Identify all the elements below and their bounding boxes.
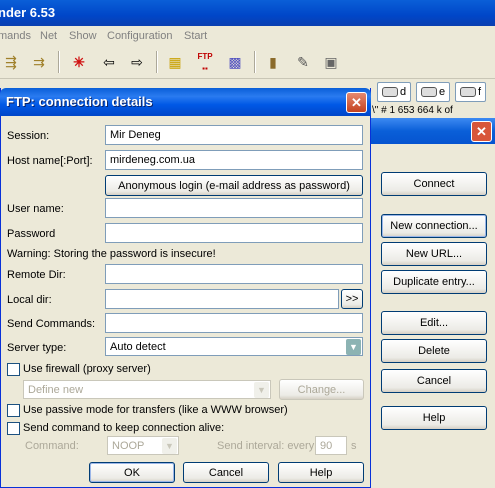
- drive-label: e: [439, 86, 446, 98]
- change-firewall-button[interactable]: Change...: [279, 379, 364, 400]
- send-commands-input[interactable]: [105, 313, 363, 333]
- main-window-title: nder 6.53: [0, 5, 56, 20]
- delete-button[interactable]: Delete: [381, 339, 487, 363]
- cancel-button[interactable]: Cancel: [183, 462, 269, 483]
- send-interval-input[interactable]: 90: [315, 436, 347, 455]
- chevron-down-icon[interactable]: ▼: [254, 382, 269, 398]
- server-type-label: Server type:: [7, 342, 67, 354]
- dialog-title: FTP: connection details: [6, 94, 153, 109]
- star-icon[interactable]: ✳: [68, 51, 90, 73]
- dialog-titlebar: FTP: connection details ✕: [0, 88, 371, 116]
- send-interval-label: Send interval: every: [217, 440, 315, 452]
- connect-dialog-titlebar: ✕: [369, 118, 495, 144]
- use-firewall-checkbox[interactable]: [7, 363, 20, 376]
- keep-alive-checkbox[interactable]: [7, 422, 20, 435]
- drive-icon: [460, 87, 476, 98]
- drive-label: d: [400, 86, 407, 98]
- pack-icon[interactable]: ⇶: [0, 51, 22, 73]
- new-connection-button[interactable]: New connection...: [381, 214, 487, 238]
- passive-mode-label: Use passive mode for transfers (like a W…: [23, 404, 288, 416]
- remote-dir-label: Remote Dir:: [7, 269, 66, 281]
- connect-button[interactable]: Connect: [381, 172, 487, 196]
- back-icon[interactable]: ⇦: [98, 51, 120, 73]
- help-button[interactable]: Help: [278, 462, 364, 483]
- chevron-down-icon[interactable]: ▼: [346, 339, 361, 355]
- local-dir-input[interactable]: [105, 289, 339, 309]
- ftp-icon-label: FTP: [197, 52, 213, 61]
- chevron-down-icon[interactable]: ▼: [162, 438, 177, 454]
- drive-d-button[interactable]: d: [377, 82, 412, 102]
- cancel-button[interactable]: Cancel: [381, 369, 487, 393]
- ftp-connection-details-dialog: FTP: connection details ✕ Session: Mir D…: [0, 88, 371, 488]
- passive-mode-checkbox[interactable]: [7, 404, 20, 417]
- server-type-select[interactable]: Auto detect ▼: [105, 337, 363, 356]
- new-url-button[interactable]: New URL...: [381, 242, 487, 266]
- command-select[interactable]: NOOP ▼: [107, 436, 179, 455]
- main-menu-bar: mands Net Show Configuration Start: [0, 26, 495, 46]
- local-dir-label: Local dir:: [7, 294, 52, 306]
- menu-configuration[interactable]: Configuration: [107, 26, 172, 46]
- drive-icon: [382, 87, 398, 98]
- edit-button[interactable]: Edit...: [381, 311, 487, 335]
- image-icon[interactable]: ▣: [320, 51, 342, 73]
- host-label: Host name[:Port]:: [7, 155, 93, 167]
- command-select-value: NOOP: [112, 440, 145, 452]
- duplicate-entry-button[interactable]: Duplicate entry...: [381, 270, 487, 294]
- command-label: Command:: [25, 440, 79, 452]
- toolbar-separator: [156, 51, 157, 73]
- drive-f-button[interactable]: f: [455, 82, 487, 102]
- browse-local-dir-button[interactable]: >>: [341, 289, 363, 309]
- server-type-value: Auto detect: [110, 341, 166, 353]
- main-toolbar: ⇶ ⇉ ✳ ⇦ ⇨ ▦ FTP ▪▪ ▩ ▮ ✎ ▣: [0, 46, 495, 79]
- firewall-select[interactable]: Define new ▼: [23, 380, 271, 399]
- user-name-label: User name:: [7, 203, 64, 215]
- close-icon[interactable]: ✕: [471, 121, 492, 142]
- user-name-input[interactable]: [105, 198, 363, 218]
- drive-status-text: \" # 1 653 664 k of: [372, 105, 453, 116]
- unpack-icon[interactable]: ⇉: [28, 51, 50, 73]
- session-label: Session:: [7, 130, 50, 142]
- connect-dialog: ✕ Connect New connection... New URL... D…: [368, 118, 495, 448]
- toolbar-separator: [58, 51, 59, 73]
- menu-start[interactable]: Start: [184, 26, 207, 46]
- help-button[interactable]: Help: [381, 406, 487, 430]
- send-commands-label: Send Commands:: [7, 318, 96, 330]
- edit-icon[interactable]: ✎: [292, 51, 314, 73]
- forward-icon[interactable]: ⇨: [126, 51, 148, 73]
- ftp-new-icon[interactable]: ▩: [224, 51, 246, 73]
- notes-icon[interactable]: ▮: [262, 51, 284, 73]
- host-input[interactable]: mirdeneg.com.ua: [105, 150, 363, 170]
- anonymous-login-button[interactable]: Anonymous login (e-mail address as passw…: [105, 175, 363, 196]
- menu-show[interactable]: Show: [69, 26, 97, 46]
- drive-label: f: [478, 86, 482, 98]
- drive-e-button[interactable]: e: [416, 82, 451, 102]
- session-input[interactable]: Mir Deneg: [105, 125, 363, 145]
- password-label: Password: [7, 228, 56, 240]
- menu-net[interactable]: Net: [40, 26, 57, 46]
- cube-icon[interactable]: ▦: [164, 51, 186, 73]
- password-input[interactable]: [105, 223, 363, 243]
- keep-alive-label: Send command to keep connection alive:: [23, 422, 225, 434]
- ftp-connect-icon[interactable]: FTP ▪▪: [194, 51, 216, 73]
- firewall-select-value: Define new: [28, 384, 84, 396]
- menu-commands[interactable]: mands: [0, 26, 31, 46]
- main-window-titlebar: nder 6.53: [0, 0, 495, 26]
- password-warning: Warning: Storing the password is insecur…: [7, 248, 216, 260]
- ok-button[interactable]: OK: [89, 462, 175, 483]
- remote-dir-input[interactable]: [105, 264, 363, 284]
- use-firewall-label: Use firewall (proxy server): [23, 363, 151, 375]
- send-interval-unit: s: [351, 440, 357, 452]
- toolbar-separator: [254, 51, 255, 73]
- drive-icon: [421, 87, 437, 98]
- close-icon[interactable]: ✕: [346, 92, 367, 113]
